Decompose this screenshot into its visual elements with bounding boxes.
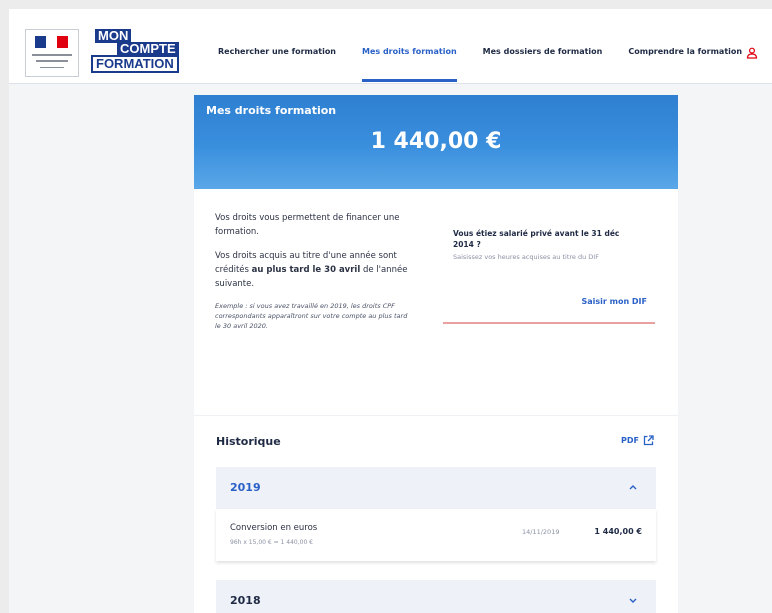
entry-date: 14/11/2019 bbox=[522, 528, 560, 536]
external-link-icon bbox=[643, 435, 654, 446]
logo-line-2: COMPTE bbox=[117, 42, 179, 56]
republique-francaise-logo bbox=[25, 29, 79, 77]
chevron-down-icon bbox=[629, 598, 637, 603]
logo-line-3: FORMATION bbox=[91, 55, 179, 73]
pdf-export-button[interactable]: PDF bbox=[621, 435, 654, 446]
main-nav: Rechercher une formation Mes droits form… bbox=[218, 47, 768, 82]
pdf-label: PDF bbox=[621, 436, 639, 445]
dif-panel: Vous étiez salarié privé avant le 31 déc… bbox=[443, 214, 655, 324]
entry-detail: 96h x 15,00 € = 1 440,00 € bbox=[230, 539, 313, 546]
info-paragraph-2: Vos droits acquis au titre d'une année s… bbox=[215, 251, 408, 289]
year-2019-header[interactable]: 2019 bbox=[216, 467, 656, 509]
section-divider bbox=[194, 415, 678, 416]
rights-amount: 1 440,00 € bbox=[370, 129, 502, 154]
dif-subtitle: Saisissez vos heures acquises au titre d… bbox=[453, 253, 599, 261]
history-title: Historique bbox=[216, 435, 281, 448]
top-header: MON COMPTE FORMATION Rechercher une form… bbox=[9, 9, 772, 84]
rights-info-text: Vos droits vous permettent de financer u… bbox=[215, 211, 411, 341]
entry-label: Conversion en euros bbox=[230, 523, 318, 533]
user-icon[interactable] bbox=[746, 47, 758, 59]
year-2018-header[interactable]: 2018 bbox=[216, 580, 656, 613]
french-flag-icon bbox=[35, 36, 68, 48]
history-entry-row: Conversion en euros 96h x 15,00 € = 1 44… bbox=[216, 509, 656, 561]
nav-mes-dossiers[interactable]: Mes dossiers de formation bbox=[483, 47, 603, 56]
info-paragraph-1: Vos droits vous permettent de financer u… bbox=[215, 213, 400, 237]
dif-title: Vous étiez salarié privé avant le 31 déc… bbox=[453, 229, 620, 249]
nav-mes-droits-formation[interactable]: Mes droits formation bbox=[362, 47, 457, 82]
nav-rechercher-formation[interactable]: Rechercher une formation bbox=[218, 47, 336, 56]
entry-amount: 1 440,00 € bbox=[594, 527, 642, 536]
year-label: 2019 bbox=[230, 481, 261, 494]
mon-compte-formation-logo[interactable]: MON COMPTE FORMATION bbox=[89, 29, 180, 75]
chevron-up-icon bbox=[629, 485, 637, 490]
app-frame: MON COMPTE FORMATION Rechercher une form… bbox=[9, 9, 772, 613]
rights-summary-banner: Mes droits formation 1 440,00 € bbox=[194, 95, 678, 189]
nav-comprendre-formation[interactable]: Comprendre la formation bbox=[628, 47, 742, 56]
banner-title: Mes droits formation bbox=[206, 104, 337, 117]
year-label: 2018 bbox=[230, 594, 261, 607]
saisir-dif-link[interactable]: Saisir mon DIF bbox=[581, 297, 647, 306]
rights-details-card: Vos droits vous permettent de financer u… bbox=[194, 189, 678, 613]
info-example: Exemple : si vous avez travaillé en 2019… bbox=[215, 302, 408, 330]
